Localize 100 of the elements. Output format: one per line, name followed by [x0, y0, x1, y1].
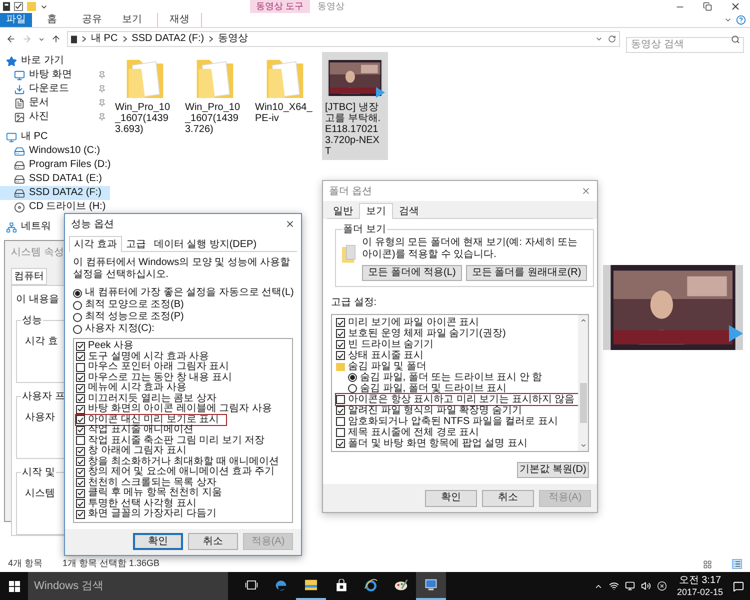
- windows-logo-icon[interactable]: [8, 580, 20, 592]
- error-icon[interactable]: [656, 581, 667, 591]
- monitor-icon[interactable]: [624, 581, 635, 591]
- nav-item[interactable]: CD 드라이브 (H:): [0, 200, 110, 214]
- expand-ribbon-icon[interactable]: [724, 16, 732, 24]
- restore-defaults-button[interactable]: 기본값 복원(D): [517, 462, 589, 478]
- dialog-button[interactable]: 확인: [425, 490, 477, 506]
- checkbox[interactable]: [336, 351, 345, 360]
- checkbox[interactable]: [76, 362, 85, 372]
- nav-item[interactable]: 바로 가기: [0, 54, 110, 68]
- checkbox[interactable]: [76, 446, 85, 456]
- context-tab-group: 동영상 도구: [250, 0, 310, 13]
- checkbox-icon[interactable]: [14, 2, 23, 11]
- nav-item[interactable]: Program Files (D:): [0, 158, 110, 172]
- checkbox[interactable]: [336, 395, 345, 404]
- dialog-button[interactable]: 취소: [482, 490, 534, 506]
- checkbox[interactable]: [76, 510, 85, 519]
- drive-icon: [14, 146, 25, 156]
- checkbox[interactable]: [336, 329, 345, 338]
- dialog-button[interactable]: 확인: [133, 533, 183, 550]
- checkbox[interactable]: [336, 417, 345, 426]
- volume-icon[interactable]: [640, 581, 651, 591]
- checkbox[interactable]: [76, 499, 85, 508]
- scrollbar[interactable]: [578, 315, 588, 451]
- checkbox[interactable]: [336, 439, 345, 448]
- taskbar-search-field[interactable]: Windows 검색: [28, 572, 228, 600]
- radio-button[interactable]: [73, 324, 82, 334]
- checkbox[interactable]: [336, 406, 345, 415]
- drive-icon: [71, 34, 77, 44]
- scroll-down-icon[interactable]: [580, 442, 586, 449]
- file-item[interactable]: Win10_X64_PE-iv: [252, 52, 318, 127]
- back-icon[interactable]: [6, 34, 16, 44]
- checkbox[interactable]: [336, 428, 345, 437]
- checkbox[interactable]: [76, 352, 85, 362]
- checkbox[interactable]: [76, 373, 85, 382]
- nav-item[interactable]: SSD DATA1 (E:): [0, 172, 110, 186]
- radio-button[interactable]: [348, 373, 357, 382]
- dialog-button[interactable]: 모든 폴더에 적용(L): [362, 265, 462, 281]
- breadcrumb[interactable]: 내 PC: [91, 34, 118, 44]
- option-label: 아이콘은 항상 표시하고 미리 보기는 표시하지 않음: [348, 394, 575, 404]
- ribbon-tab[interactable]: 재생: [157, 13, 202, 27]
- radio-button[interactable]: [73, 312, 82, 322]
- checkbox[interactable]: [76, 394, 85, 404]
- notification-icon[interactable]: [733, 580, 744, 592]
- breadcrumb[interactable]: SSD DATA2 (F:): [132, 34, 204, 44]
- checkbox[interactable]: [76, 436, 85, 446]
- details-view-icon[interactable]: [703, 560, 712, 568]
- nav-item[interactable]: Windows10 (C:): [0, 144, 110, 158]
- taskbar-app[interactable]: [416, 572, 446, 600]
- close-icon[interactable]: [730, 1, 741, 12]
- up-icon[interactable]: [51, 34, 61, 44]
- ribbon-tab[interactable]: 보기: [112, 13, 152, 27]
- nav-item[interactable]: 문서: [0, 96, 110, 110]
- scroll-up-icon[interactable]: [580, 317, 586, 324]
- dialog-tab[interactable]: 컴퓨터: [11, 268, 47, 285]
- option-label: 미끄러지듯 열리는 콤보 상자: [88, 394, 216, 404]
- recent-icon[interactable]: [38, 36, 45, 42]
- clock[interactable]: 오전 3:17 2017-02-15: [672, 574, 727, 598]
- radio-button[interactable]: [73, 288, 82, 298]
- help-icon[interactable]: [736, 15, 746, 25]
- file-item[interactable]: [JTBC] 냉장고를 부탁해.E118.170213.720p-NEXT: [322, 52, 388, 160]
- dialog-button[interactable]: 모든 폴더를 원래대로(R): [466, 265, 588, 281]
- radio-button[interactable]: [73, 300, 82, 310]
- checkbox[interactable]: [76, 384, 85, 393]
- checkbox[interactable]: [76, 488, 85, 498]
- restore-icon[interactable]: [703, 2, 712, 11]
- drive-icon: [14, 174, 25, 184]
- dialog-title: 폴더 옵션: [329, 184, 372, 198]
- file-item[interactable]: Win_Pro_10_1607(14393.693): [112, 52, 178, 138]
- address-bar[interactable]: 내 PC SSD DATA2 (F:) 동영상: [67, 31, 620, 47]
- dialog-button[interactable]: 취소: [188, 533, 238, 550]
- nav-item[interactable]: SSD DATA2 (F:): [0, 186, 110, 200]
- checkbox[interactable]: [336, 318, 345, 327]
- breadcrumb[interactable]: 동영상: [218, 34, 248, 44]
- option-label: 제목 표시줄에 전체 경로 표시: [348, 428, 480, 438]
- checkbox[interactable]: [76, 468, 85, 477]
- nav-item[interactable]: 다운로드: [0, 82, 110, 96]
- nav-item[interactable]: 내 PC: [0, 130, 110, 144]
- dropdown-icon[interactable]: [595, 35, 603, 43]
- checkbox[interactable]: [76, 404, 85, 414]
- network-icon[interactable]: [608, 581, 619, 591]
- ribbon-tab[interactable]: 공유: [72, 13, 112, 27]
- nav-item[interactable]: 사진: [0, 110, 110, 124]
- nav-item[interactable]: 바탕 화면: [0, 68, 110, 82]
- file-item[interactable]: Win_Pro_10_1607(14393.726): [182, 52, 248, 138]
- large-icons-view-icon[interactable]: [732, 559, 742, 569]
- radio-button[interactable]: [348, 384, 357, 393]
- download-icon: [14, 84, 25, 94]
- checkbox[interactable]: [336, 340, 345, 349]
- dialog-tab[interactable]: 시각 효과: [69, 236, 122, 252]
- checkbox[interactable]: [76, 415, 85, 424]
- dialog-tab[interactable]: 보기: [359, 203, 393, 219]
- checkbox[interactable]: [76, 478, 85, 488]
- close-icon[interactable]: [285, 219, 295, 229]
- ribbon-tab[interactable]: 파일: [0, 13, 32, 27]
- ribbon-tab[interactable]: 홈: [32, 13, 72, 27]
- refresh-icon[interactable]: [608, 35, 616, 43]
- checkbox[interactable]: [76, 457, 85, 466]
- search-field[interactable]: 동영상 검색: [626, 36, 744, 52]
- checkbox[interactable]: [76, 342, 85, 351]
